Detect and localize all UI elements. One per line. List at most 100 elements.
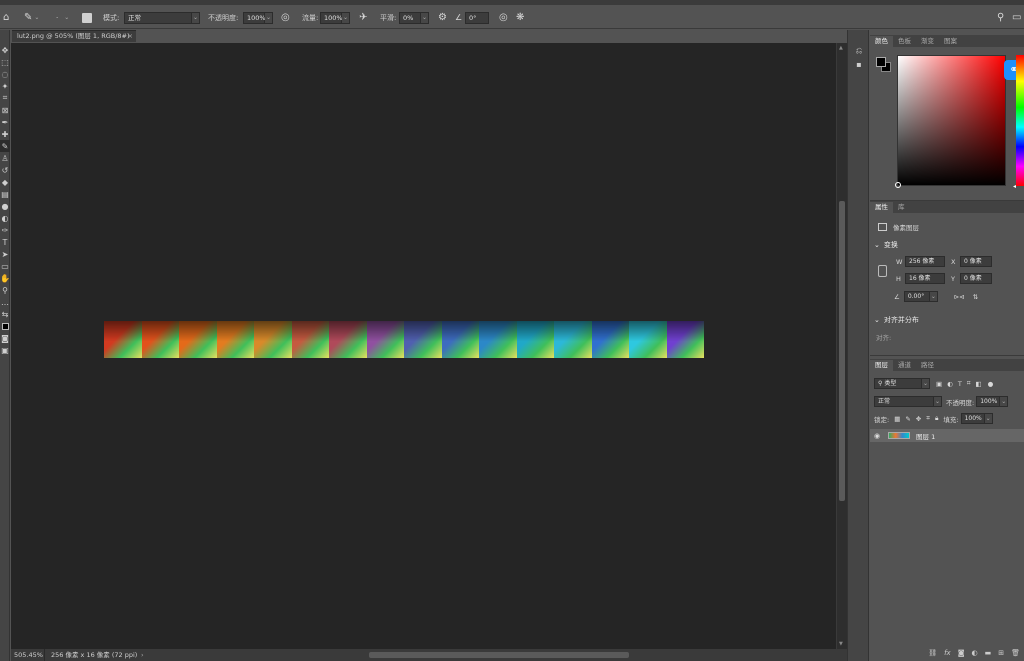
hue-slider[interactable] bbox=[1016, 55, 1024, 186]
workspace-icon[interactable]: ▭ bbox=[1012, 11, 1021, 24]
horizontal-scrollbar[interactable] bbox=[151, 651, 841, 659]
tab-color[interactable]: 颜色 bbox=[870, 36, 893, 47]
layer-name[interactable]: 图层 1 bbox=[916, 431, 935, 441]
path-selection-tool-icon[interactable]: ➤ bbox=[0, 248, 10, 260]
filter-toggle-icon[interactable]: ● bbox=[988, 380, 994, 388]
close-icon[interactable]: × bbox=[128, 31, 133, 42]
hue-slider-marker-icon[interactable]: ◂ bbox=[1013, 183, 1016, 190]
new-group-icon[interactable]: ▬ bbox=[985, 649, 992, 657]
color-picker-field[interactable] bbox=[895, 55, 1006, 188]
foreground-color-swatch[interactable] bbox=[876, 57, 886, 67]
vertical-scrollbar[interactable]: ▲ ▼ bbox=[836, 43, 847, 649]
type-tool-icon[interactable]: T bbox=[0, 236, 10, 248]
pen-tool-icon[interactable]: ✑ bbox=[0, 224, 10, 236]
blend-mode-select[interactable]: 正常 bbox=[874, 396, 934, 407]
more-tools-icon[interactable]: … bbox=[0, 296, 10, 308]
new-layer-icon[interactable]: ⊞ bbox=[998, 649, 1004, 657]
opacity-input[interactable]: 100% ⌄ bbox=[243, 11, 273, 24]
brush-settings-icon[interactable] bbox=[82, 11, 92, 24]
layer-opacity-input[interactable]: 100% bbox=[976, 396, 1001, 407]
width-input[interactable]: 256 像素 bbox=[905, 256, 945, 267]
lock-artboard-icon[interactable]: ⌗ bbox=[926, 414, 930, 423]
layer-row[interactable]: ◉ 图层 1 bbox=[870, 429, 1024, 442]
filter-type-icon[interactable]: T bbox=[958, 380, 962, 388]
mode-select[interactable]: 正常 ⌄ bbox=[124, 11, 200, 24]
filter-smart-object-icon[interactable]: ◧ bbox=[975, 380, 981, 388]
lock-all-icon[interactable]: 🔒︎ bbox=[935, 414, 938, 423]
chevron-down-icon[interactable]: ⌄ bbox=[874, 241, 880, 249]
screen-mode-icon[interactable]: ▣ bbox=[0, 344, 10, 356]
clone-stamp-tool-icon[interactable]: ♙ bbox=[0, 152, 10, 164]
vertical-scroll-thumb[interactable] bbox=[839, 201, 845, 501]
fill-input[interactable]: 100% bbox=[960, 413, 985, 424]
document-tab[interactable]: lut2.png @ 505% (图层 1, RGB/8#) × bbox=[12, 30, 136, 42]
swap-colors-icon[interactable]: ⇆ bbox=[0, 308, 10, 320]
airbrush-icon[interactable]: ✈ bbox=[359, 11, 367, 24]
zoom-tool-icon[interactable]: ⚲ bbox=[0, 284, 10, 296]
hand-tool-icon[interactable]: ✋ bbox=[0, 272, 10, 284]
layer-style-icon[interactable]: fx bbox=[944, 649, 951, 657]
healing-brush-tool-icon[interactable]: ✚ bbox=[0, 128, 10, 140]
tab-layers[interactable]: 图层 bbox=[870, 360, 893, 371]
lock-transparency-icon[interactable]: ▦ bbox=[894, 415, 900, 423]
status-menu-arrow-icon[interactable]: › bbox=[141, 649, 151, 661]
filter-pixel-icon[interactable]: ▣ bbox=[936, 380, 942, 388]
height-input[interactable]: 16 像素 bbox=[905, 273, 945, 284]
chevron-down-icon[interactable]: ⌄ bbox=[922, 378, 930, 389]
chevron-down-icon[interactable]: ⌄ bbox=[984, 413, 993, 424]
canvas[interactable] bbox=[11, 43, 836, 649]
horizontal-scroll-thumb[interactable] bbox=[369, 652, 629, 658]
chevron-down-icon[interactable]: ⌄ bbox=[1000, 396, 1009, 407]
x-input[interactable]: 0 像素 bbox=[960, 256, 992, 267]
scroll-down-icon[interactable]: ▼ bbox=[839, 641, 843, 647]
lasso-tool-icon[interactable]: ◌ bbox=[0, 68, 10, 80]
pressure-opacity-icon[interactable]: ◎ bbox=[281, 11, 290, 24]
lock-position-icon[interactable]: ✥ bbox=[916, 415, 921, 423]
crop-tool-icon[interactable]: ⌗ bbox=[0, 92, 10, 104]
comments-panel-icon[interactable]: ▪ bbox=[848, 58, 870, 72]
tab-patterns[interactable]: 图案 bbox=[939, 36, 962, 47]
history-brush-tool-icon[interactable]: ↺ bbox=[0, 164, 10, 176]
dodge-tool-icon[interactable]: ◐ bbox=[0, 212, 10, 224]
add-mask-icon[interactable]: ◙ bbox=[958, 649, 965, 657]
adjustment-layer-icon[interactable]: ◐ bbox=[972, 649, 978, 657]
brush-tool-preset-icon[interactable]: ✎ ⌄ bbox=[24, 11, 39, 24]
brush-tool-icon[interactable]: ✎ bbox=[0, 140, 10, 152]
filter-shape-icon[interactable]: ⌗ bbox=[967, 379, 971, 388]
tab-properties[interactable]: 属性 bbox=[870, 202, 893, 213]
marquee-tool-icon[interactable]: ⬚ bbox=[0, 56, 10, 68]
symmetry-icon[interactable]: ❋ bbox=[516, 11, 524, 24]
tab-channels[interactable]: 通道 bbox=[893, 360, 916, 371]
tab-libraries[interactable]: 库 bbox=[893, 202, 910, 213]
home-icon[interactable]: ⌂ bbox=[3, 11, 9, 24]
gradient-tool-icon[interactable]: ▤ bbox=[0, 188, 10, 200]
brush-size-icon[interactable]: · ⌄ bbox=[56, 11, 69, 24]
eraser-tool-icon[interactable]: ◆ bbox=[0, 176, 10, 188]
chevron-down-icon[interactable]: ⌄ bbox=[934, 396, 942, 407]
y-input[interactable]: 0 像素 bbox=[960, 273, 992, 284]
search-icon[interactable]: ⚲ bbox=[997, 11, 1004, 24]
flow-input[interactable]: 100% ⌄ bbox=[320, 11, 350, 24]
delete-layer-icon[interactable]: 🗑︎ bbox=[1011, 649, 1020, 657]
tab-gradients[interactable]: 渐变 bbox=[916, 36, 939, 47]
filter-adjustment-icon[interactable]: ◐ bbox=[947, 380, 953, 388]
color-picker-cursor[interactable] bbox=[895, 182, 901, 188]
link-dimensions-icon[interactable] bbox=[878, 265, 887, 277]
rotate-angle-input[interactable]: 0.00° bbox=[903, 291, 930, 302]
angle-input[interactable]: 0° bbox=[465, 11, 489, 24]
quick-mask-icon[interactable]: ◙ bbox=[0, 332, 10, 344]
layer-filter-select[interactable]: ⚲ 类型 bbox=[874, 378, 922, 389]
blur-tool-icon[interactable]: ● bbox=[0, 200, 10, 212]
chevron-down-icon[interactable]: ⌄ bbox=[874, 316, 880, 324]
history-panel-icon[interactable]: ⎌ bbox=[848, 44, 870, 58]
smoothing-input[interactable]: 0% ⌄ bbox=[399, 11, 429, 24]
eye-icon[interactable]: ◉ bbox=[870, 432, 884, 440]
move-tool-icon[interactable]: ✥ bbox=[0, 44, 10, 56]
foreground-color-swatch[interactable] bbox=[0, 320, 10, 332]
smoothing-options-gear-icon[interactable]: ⚙ bbox=[438, 11, 447, 24]
tab-paths[interactable]: 路径 bbox=[916, 360, 939, 371]
eyedropper-tool-icon[interactable]: ✒ bbox=[0, 116, 10, 128]
pressure-size-icon[interactable]: ◎ bbox=[499, 11, 508, 24]
link-layers-icon[interactable]: ⛓ bbox=[928, 649, 937, 657]
scroll-up-icon[interactable]: ▲ bbox=[839, 45, 843, 51]
